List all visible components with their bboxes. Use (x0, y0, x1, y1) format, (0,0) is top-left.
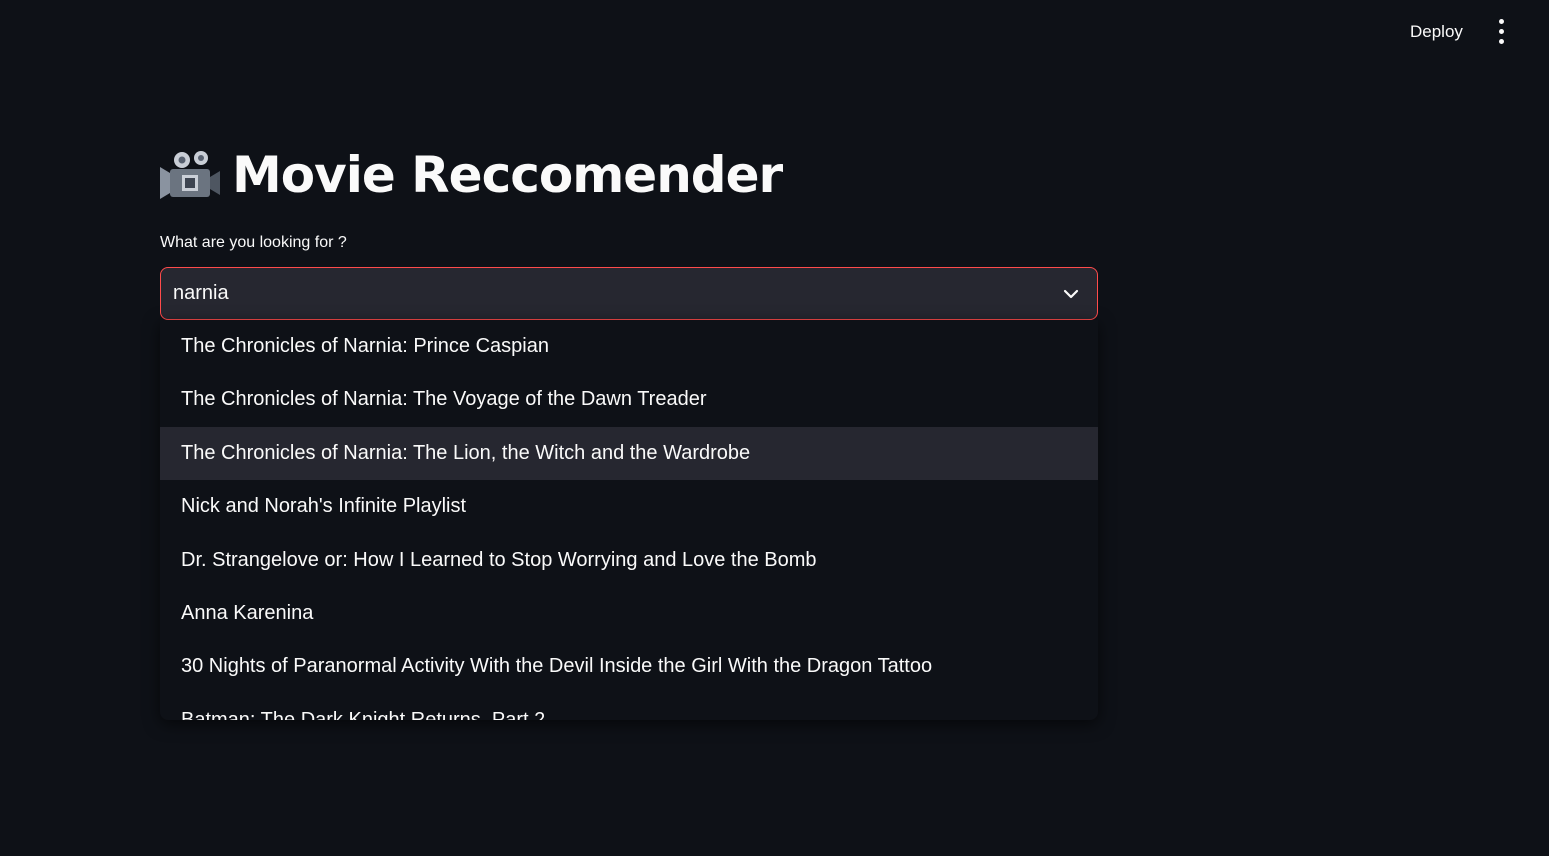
dropdown-option-highlighted[interactable]: The Chronicles of Narnia: The Lion, the … (160, 426, 1098, 481)
menu-dot (1499, 29, 1504, 34)
search-field-label: What are you looking for ? (160, 234, 347, 251)
dropdown-options-list[interactable]: The Chronicles of Narnia: Prince Caspian… (160, 320, 1098, 720)
search-input[interactable]: narnia (173, 268, 229, 319)
dropdown-option[interactable]: Batman: The Dark Knight Returns, Part 2 (160, 694, 1098, 720)
deploy-button[interactable]: Deploy (1398, 18, 1475, 46)
title-row: Movie Reccomender (160, 140, 783, 210)
movie-camera-icon (160, 151, 220, 199)
dropdown-option[interactable]: 30 Nights of Paranormal Activity With th… (160, 640, 1098, 693)
dropdown-option[interactable]: The Chronicles of Narnia: Prince Caspian (160, 320, 1098, 373)
page-title: Movie Reccomender (232, 146, 783, 204)
top-toolbar: Deploy (0, 0, 1549, 64)
chevron-down-icon[interactable] (1061, 284, 1081, 304)
dropdown-option[interactable]: Nick and Norah's Infinite Playlist (160, 480, 1098, 533)
menu-dot (1499, 39, 1504, 44)
dropdown-option[interactable]: Anna Karenina (160, 587, 1098, 640)
menu-dot (1499, 19, 1504, 24)
movie-search-select[interactable]: narnia (160, 267, 1098, 320)
dropdown-option[interactable]: The Chronicles of Narnia: The Voyage of … (160, 373, 1098, 426)
dropdown-option[interactable]: Dr. Strangelove or: How I Learned to Sto… (160, 534, 1098, 587)
vertical-ellipsis-icon[interactable] (1488, 16, 1516, 48)
